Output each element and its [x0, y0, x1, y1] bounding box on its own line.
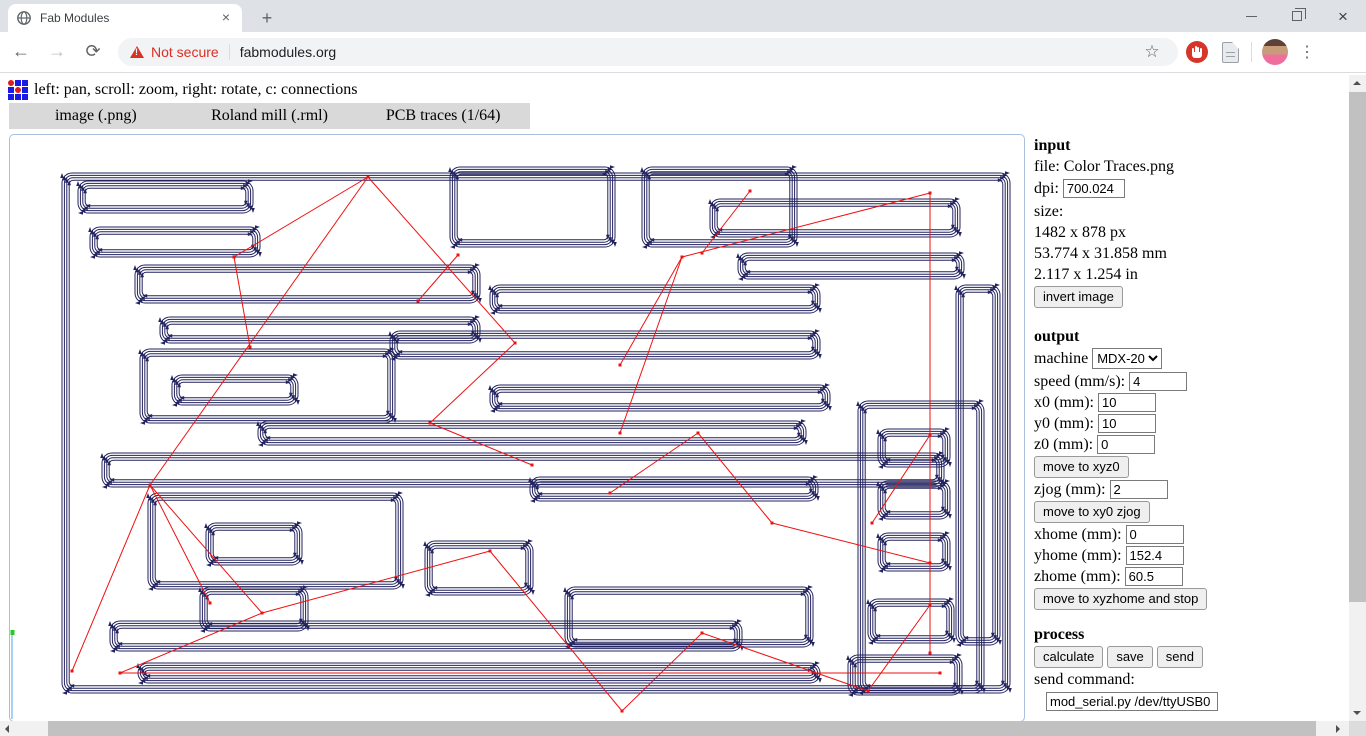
horizontal-scrollbar[interactable]	[0, 721, 1349, 736]
scroll-down-icon[interactable]	[1353, 711, 1361, 715]
browser-window: Fab Modules × + × ← → ⟳ Not secure fabmo…	[0, 0, 1366, 736]
y0-label: y0 (mm):	[1034, 415, 1094, 432]
tab-close-icon[interactable]: ×	[218, 10, 234, 26]
vertical-scrollbar-thumb[interactable]	[1349, 92, 1366, 602]
move-to-xy0-zjog-button[interactable]: move to xy0 zjog	[1034, 500, 1150, 523]
send-command-label: send command:	[1034, 671, 1135, 688]
input-section-title: input	[1034, 137, 1071, 154]
profile-avatar[interactable]	[1262, 39, 1288, 65]
vertical-scrollbar[interactable]	[1349, 75, 1366, 721]
tab-pcb-traces[interactable]: PCB traces (1/64)	[356, 103, 530, 129]
input-file-line: file: Color Traces.png	[1034, 158, 1174, 175]
reload-button[interactable]: ⟳	[78, 37, 108, 67]
x0-input[interactable]	[1098, 393, 1156, 412]
save-button[interactable]: save	[1107, 645, 1153, 668]
z0-input[interactable]	[1097, 435, 1156, 454]
control-panel: input file: Color Traces.png dpi: size: …	[1034, 136, 1339, 736]
xhome-input[interactable]	[1125, 525, 1184, 544]
speed-input[interactable]	[1129, 372, 1188, 391]
tab-roland-mill-rml[interactable]: Roland mill (.rml)	[183, 103, 357, 129]
browser-tab[interactable]: Fab Modules ×	[8, 4, 242, 32]
url-text[interactable]: fabmodules.org	[240, 44, 337, 60]
size-label: size:	[1034, 203, 1064, 220]
dpi-label: dpi:	[1034, 180, 1059, 197]
hand-icon	[1192, 46, 1202, 58]
toolpath-svg	[10, 165, 1012, 719]
zjog-label: zjog (mm):	[1034, 481, 1106, 498]
horizontal-scrollbar-thumb[interactable]	[48, 721, 1316, 736]
zhome-label: zhome (mm):	[1034, 568, 1121, 585]
move-to-xyz0-button[interactable]: move to xyz0	[1034, 455, 1129, 478]
send-command-input[interactable]	[1046, 692, 1218, 711]
xhome-label: xhome (mm):	[1034, 526, 1122, 543]
module-tab-bar: image (.png) Roland mill (.rml) PCB trac…	[9, 103, 530, 129]
browser-menu-icon[interactable]: ⋮	[1296, 42, 1318, 62]
fab-modules-logo-icon	[8, 80, 28, 100]
yhome-label: yhome (mm):	[1034, 547, 1122, 564]
zjog-input[interactable]	[1109, 480, 1168, 499]
adblock-extension-icon[interactable]	[1186, 41, 1208, 63]
browser-titlebar: Fab Modules × + ×	[0, 0, 1366, 32]
scroll-left-icon[interactable]	[5, 724, 9, 733]
toolbar-separator	[1251, 42, 1252, 62]
scroll-right-icon[interactable]	[1336, 724, 1340, 733]
scrollbar-corner	[1349, 721, 1366, 736]
machine-label: machine	[1034, 350, 1089, 367]
window-restore-button[interactable]	[1274, 0, 1320, 32]
window-close-button[interactable]: ×	[1320, 0, 1366, 32]
fabmodules-page: left: pan, scroll: zoom, right: rotate, …	[0, 74, 1366, 736]
scroll-up-icon[interactable]	[1353, 81, 1361, 85]
x0-label: x0 (mm):	[1034, 394, 1094, 411]
forward-button[interactable]: →	[42, 37, 72, 67]
document-extension-icon[interactable]	[1222, 41, 1239, 63]
minimize-icon	[1245, 15, 1257, 17]
not-secure-warning-icon	[130, 46, 144, 58]
not-secure-label[interactable]: Not secure	[151, 44, 219, 60]
send-button[interactable]: send	[1156, 645, 1203, 668]
size-mm: 53.774 x 31.858 mm	[1034, 245, 1167, 262]
browser-toolbar: ← → ⟳ Not secure fabmodules.org ☆ ⋮	[0, 32, 1366, 73]
new-tab-button[interactable]: +	[254, 6, 280, 32]
z0-label: z0 (mm):	[1034, 436, 1094, 453]
process-section-title: process	[1034, 626, 1085, 643]
zhome-input[interactable]	[1124, 567, 1183, 586]
address-bar[interactable]: Not secure fabmodules.org ☆	[118, 38, 1178, 66]
y0-input[interactable]	[1098, 414, 1156, 433]
machine-select[interactable]: MDX-20	[1092, 348, 1163, 369]
globe-favicon-icon	[17, 11, 31, 25]
yhome-input[interactable]	[1125, 546, 1184, 565]
tab-image-png[interactable]: image (.png)	[9, 103, 183, 129]
bookmark-star-icon[interactable]: ☆	[1138, 42, 1166, 62]
size-px: 1482 x 878 px	[1034, 224, 1126, 241]
toolpath-viewport[interactable]	[9, 134, 1025, 722]
close-icon: ×	[1338, 6, 1348, 26]
tab-title: Fab Modules	[40, 11, 110, 25]
dpi-input[interactable]	[1062, 179, 1125, 198]
back-button[interactable]: ←	[6, 37, 36, 67]
move-to-xyzhome-and-stop-button[interactable]: move to xyzhome and stop	[1034, 587, 1208, 610]
calculate-button[interactable]: calculate	[1034, 645, 1104, 668]
size-in: 2.117 x 1.254 in	[1034, 266, 1138, 283]
window-minimize-button[interactable]	[1228, 0, 1274, 32]
restore-icon	[1292, 8, 1306, 21]
address-bar-divider	[228, 44, 230, 60]
page-header: left: pan, scroll: zoom, right: rotate, …	[8, 80, 357, 100]
output-section-title: output	[1034, 328, 1080, 345]
speed-label: speed (mm/s):	[1034, 373, 1126, 390]
invert-image-button[interactable]: invert image	[1034, 285, 1123, 308]
mouse-hint-text: left: pan, scroll: zoom, right: rotate, …	[34, 81, 358, 98]
